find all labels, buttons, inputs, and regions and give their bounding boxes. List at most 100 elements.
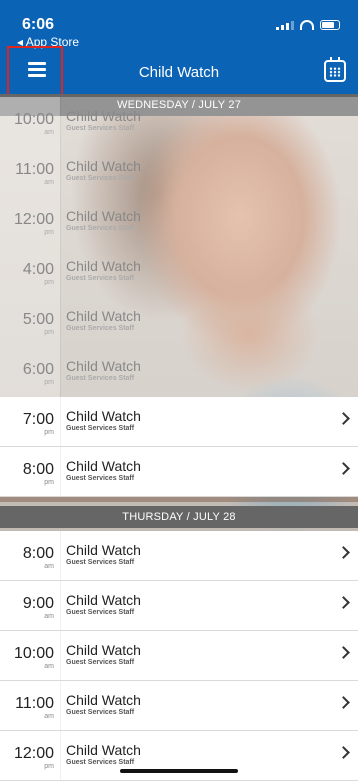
session-name: Child Watch bbox=[66, 692, 141, 708]
time-column: 10:00 am bbox=[0, 631, 60, 680]
schedule-row[interactable]: 8:00 am Child Watch Guest Services Staff bbox=[0, 531, 358, 581]
session-staff: Guest Services Staff bbox=[66, 659, 135, 666]
session-hour: 12:00 bbox=[13, 211, 54, 228]
session-ampm: am bbox=[44, 563, 54, 570]
session-info: Child Watch Guest Services Staff bbox=[60, 197, 358, 247]
session-info: Child Watch Guest Services Staff bbox=[60, 631, 358, 680]
session-hour: 10:00 bbox=[13, 111, 54, 128]
session-ampm: am bbox=[44, 713, 54, 720]
session-staff: Guest Services Staff bbox=[66, 325, 135, 332]
session-ampm: am bbox=[44, 129, 54, 136]
session-ampm: pm bbox=[44, 429, 54, 436]
session-staff: Guest Services Staff bbox=[66, 609, 135, 616]
session-name: Child Watch bbox=[66, 542, 141, 558]
schedule-row: 4:00 pm Child Watch Guest Services Staff bbox=[0, 247, 358, 297]
time-column: 11:00 am bbox=[0, 147, 60, 197]
time-column: 9:00 am bbox=[0, 581, 60, 630]
time-column: 5:00 pm bbox=[0, 297, 60, 347]
session-staff: Guest Services Staff bbox=[66, 559, 135, 566]
session-name: Child Watch bbox=[66, 642, 141, 658]
session-hour: 8:00 bbox=[22, 461, 54, 478]
session-info: Child Watch Guest Services Staff bbox=[60, 531, 358, 580]
schedule-row: 12:00 pm Child Watch Guest Services Staff bbox=[0, 197, 358, 247]
session-ampm: pm bbox=[44, 329, 54, 336]
battery-icon bbox=[320, 20, 340, 30]
time-column: 8:00 am bbox=[0, 531, 60, 580]
time-column: 11:00 am bbox=[0, 681, 60, 730]
session-hour: 11:00 bbox=[15, 695, 54, 712]
time-column: 6:00 pm bbox=[0, 347, 60, 397]
session-staff: Guest Services Staff bbox=[66, 225, 135, 232]
session-staff: Guest Services Staff bbox=[66, 475, 135, 482]
schedule-row[interactable]: 12:00 pm Child Watch Guest Services Staff bbox=[0, 731, 358, 781]
schedule-row: 11:00 am Child Watch Guest Services Staff bbox=[0, 147, 358, 197]
session-info: Child Watch Guest Services Staff bbox=[60, 147, 358, 197]
schedule-row[interactable]: 9:00 am Child Watch Guest Services Staff bbox=[0, 581, 358, 631]
session-name: Child Watch bbox=[66, 308, 141, 324]
chevron-right-icon bbox=[337, 646, 350, 659]
time-column: 12:00 pm bbox=[0, 197, 60, 247]
home-indicator bbox=[120, 769, 238, 773]
session-ampm: pm bbox=[44, 279, 54, 286]
session-name: Child Watch bbox=[66, 158, 141, 174]
signal-icon bbox=[276, 20, 294, 30]
session-info: Child Watch Guest Services Staff bbox=[60, 247, 358, 297]
session-name: Child Watch bbox=[66, 258, 141, 274]
wifi-icon bbox=[300, 20, 314, 30]
session-staff: Guest Services Staff bbox=[66, 759, 135, 766]
session-name: Child Watch bbox=[66, 408, 141, 424]
time-column: 8:00 pm bbox=[0, 447, 60, 496]
session-hour: 12:00 bbox=[13, 745, 54, 762]
time-column: 12:00 pm bbox=[0, 731, 60, 780]
session-name: Child Watch bbox=[66, 742, 141, 758]
session-staff: Guest Services Staff bbox=[66, 425, 135, 432]
session-hour: 6:00 bbox=[22, 361, 54, 378]
status-time: 6:06 bbox=[22, 16, 55, 33]
session-ampm: am bbox=[44, 179, 54, 186]
session-info: Child Watch Guest Services Staff bbox=[60, 681, 358, 730]
calendar-button[interactable] bbox=[324, 57, 346, 82]
session-staff: Guest Services Staff bbox=[66, 275, 135, 282]
date-header: THURSDAY / JULY 28 bbox=[0, 506, 358, 528]
session-hour: 4:00 bbox=[22, 261, 54, 278]
schedule-row: 5:00 pm Child Watch Guest Services Staff bbox=[0, 297, 358, 347]
session-name: Child Watch bbox=[66, 458, 141, 474]
session-staff: Guest Services Staff bbox=[66, 375, 135, 382]
time-column: 10:00 am bbox=[0, 97, 60, 147]
app-header: Child Watch bbox=[0, 46, 358, 96]
session-staff: Guest Services Staff bbox=[66, 709, 135, 716]
chevron-right-icon bbox=[337, 746, 350, 759]
session-ampm: am bbox=[44, 613, 54, 620]
session-hour: 10:00 bbox=[13, 645, 54, 662]
schedule-row: 6:00 pm Child Watch Guest Services Staff bbox=[0, 347, 358, 397]
session-staff: Guest Services Staff bbox=[66, 125, 135, 132]
session-hour: 11:00 bbox=[15, 161, 54, 178]
chevron-right-icon bbox=[337, 412, 350, 425]
session-name: Child Watch bbox=[66, 208, 141, 224]
session-info: Child Watch Guest Services Staff bbox=[60, 447, 358, 496]
session-ampm: pm bbox=[44, 479, 54, 486]
session-info: Child Watch Guest Services Staff bbox=[60, 581, 358, 630]
schedule-row[interactable]: 11:00 am Child Watch Guest Services Staff bbox=[0, 681, 358, 731]
page-title: Child Watch bbox=[138, 64, 220, 81]
schedule-row[interactable]: 8:00 pm Child Watch Guest Services Staff bbox=[0, 447, 358, 497]
schedule-row[interactable]: 7:00 pm Child Watch Guest Services Staff bbox=[0, 397, 358, 447]
calendar-icon bbox=[329, 67, 341, 77]
schedule-row[interactable]: 10:00 am Child Watch Guest Services Staff bbox=[0, 631, 358, 681]
session-info: Child Watch Guest Services Staff bbox=[60, 397, 358, 446]
session-info: Child Watch Guest Services Staff bbox=[60, 97, 358, 147]
chevron-right-icon bbox=[337, 696, 350, 709]
time-column: 4:00 pm bbox=[0, 247, 60, 297]
chevron-right-icon bbox=[337, 596, 350, 609]
session-hour: 9:00 bbox=[22, 595, 54, 612]
session-ampm: pm bbox=[44, 379, 54, 386]
time-column: 7:00 pm bbox=[0, 397, 60, 446]
chevron-right-icon bbox=[337, 546, 350, 559]
status-bar: 6:06 ◂ App Store bbox=[0, 0, 358, 52]
chevron-right-icon bbox=[337, 462, 350, 475]
session-hour: 8:00 bbox=[22, 545, 54, 562]
session-name: Child Watch bbox=[66, 592, 141, 608]
session-ampm: pm bbox=[44, 229, 54, 236]
session-info: Child Watch Guest Services Staff bbox=[60, 347, 358, 397]
session-hour: 5:00 bbox=[22, 311, 54, 328]
